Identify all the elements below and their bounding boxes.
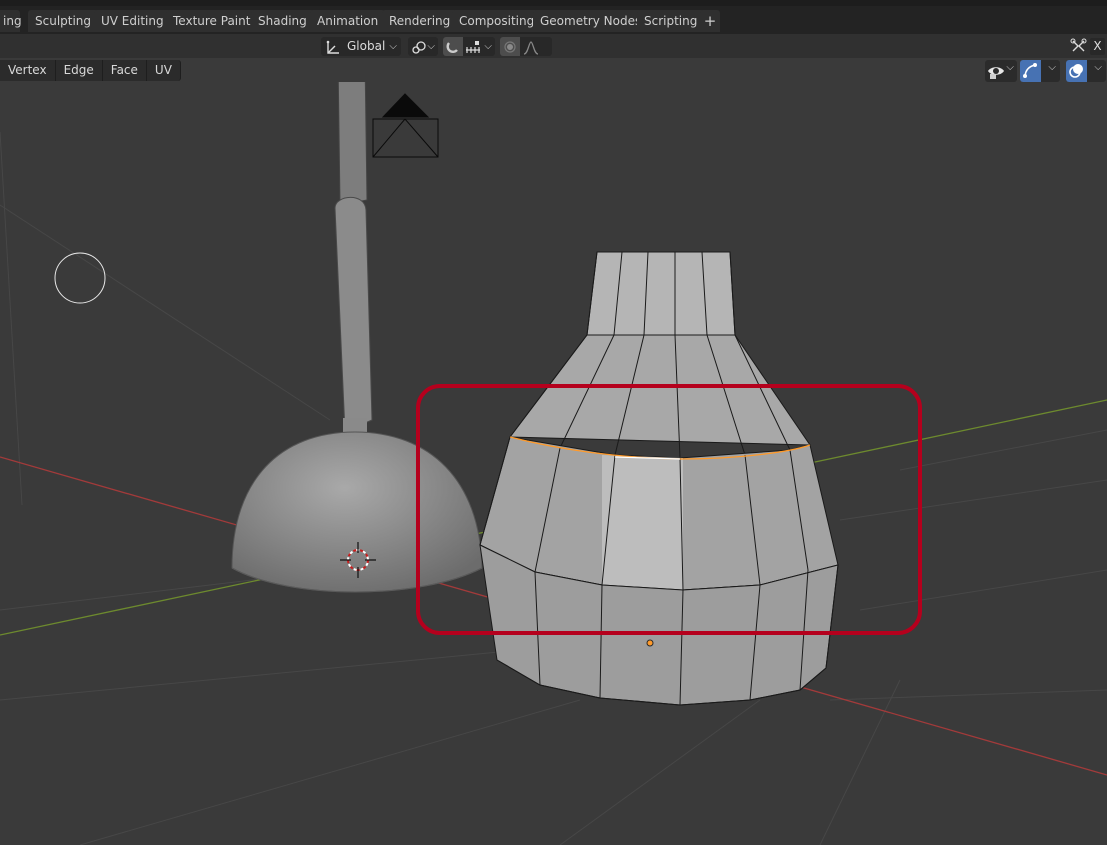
- visibility-eye-icon: [987, 62, 1005, 83]
- workspace-tab-bar: ing Sculpting UV Editing Texture Paint S…: [0, 0, 1107, 34]
- light-object[interactable]: [54, 252, 106, 304]
- visibility-dropdown[interactable]: ⌵: [985, 60, 1017, 82]
- chevron-down-icon: ⌵: [1048, 62, 1056, 73]
- gizmo-toggle-icon: [1020, 60, 1041, 82]
- overlay-toggle-icon: [1066, 60, 1087, 82]
- transform-orientation-dropdown[interactable]: Global ⌵: [321, 37, 401, 56]
- tab-geometry-nodes[interactable]: Geometry Nodes: [533, 10, 649, 32]
- title-strip: [0, 0, 1107, 6]
- tab-layout[interactable]: ing: [0, 10, 22, 32]
- tab-shading[interactable]: Shading: [251, 10, 314, 32]
- chevron-down-icon: ⌵: [427, 41, 435, 52]
- tab-animation[interactable]: Animation: [310, 10, 386, 32]
- overlay-toggle-dropdown[interactable]: ⌵: [1066, 60, 1106, 82]
- lamp-object[interactable]: [231, 82, 483, 593]
- uv-menu-button[interactable]: UV: [146, 60, 181, 81]
- proportional-editing-controls[interactable]: [500, 37, 552, 56]
- transform-orientation-value: Global: [347, 39, 386, 53]
- tab-rendering[interactable]: Rendering: [382, 10, 458, 32]
- edge-select-button[interactable]: Edge: [55, 60, 103, 81]
- chevron-down-icon: ⌵: [389, 41, 397, 52]
- tab-sculpting[interactable]: Sculpting: [28, 10, 99, 32]
- proportional-edit-icon: [500, 37, 520, 56]
- snap-increment-icon: [465, 38, 481, 57]
- tab-compositing[interactable]: Compositing: [452, 10, 542, 32]
- add-workspace-button[interactable]: +: [700, 10, 720, 32]
- tab-texture-paint[interactable]: Texture Paint: [166, 10, 258, 32]
- 3d-scene[interactable]: [0, 82, 1107, 845]
- viewport-header: Global ⌵ ⌵ ⌵ X: [0, 34, 1107, 58]
- select-mode-group: Vertex Edge Face UV: [0, 60, 181, 82]
- vase-mesh[interactable]: [479, 251, 839, 706]
- vertex-select-button[interactable]: Vertex: [0, 60, 56, 81]
- chevron-down-icon: ⌵: [1094, 62, 1102, 73]
- pivot-point-icon: [411, 38, 427, 57]
- tab-scripting[interactable]: Scripting: [637, 10, 705, 32]
- face-select-button[interactable]: Face: [102, 60, 147, 81]
- gizmo-icon[interactable]: [1070, 38, 1087, 58]
- close-button[interactable]: X: [1090, 38, 1105, 55]
- origin-point-icon: [646, 639, 654, 647]
- chevron-down-icon: ⌵: [484, 41, 492, 52]
- gizmo-toggle-dropdown[interactable]: ⌵: [1020, 60, 1060, 82]
- chevron-down-icon: ⌵: [1006, 62, 1014, 73]
- falloff-curve-icon: [523, 38, 539, 57]
- tab-uv-editing[interactable]: UV Editing: [94, 10, 171, 32]
- pivot-point-dropdown[interactable]: ⌵: [408, 37, 438, 56]
- snapping-controls[interactable]: ⌵: [443, 37, 495, 56]
- camera-object[interactable]: [372, 93, 439, 158]
- snap-magnet-icon: [443, 37, 463, 56]
- transform-orientation-icon: [325, 38, 341, 57]
